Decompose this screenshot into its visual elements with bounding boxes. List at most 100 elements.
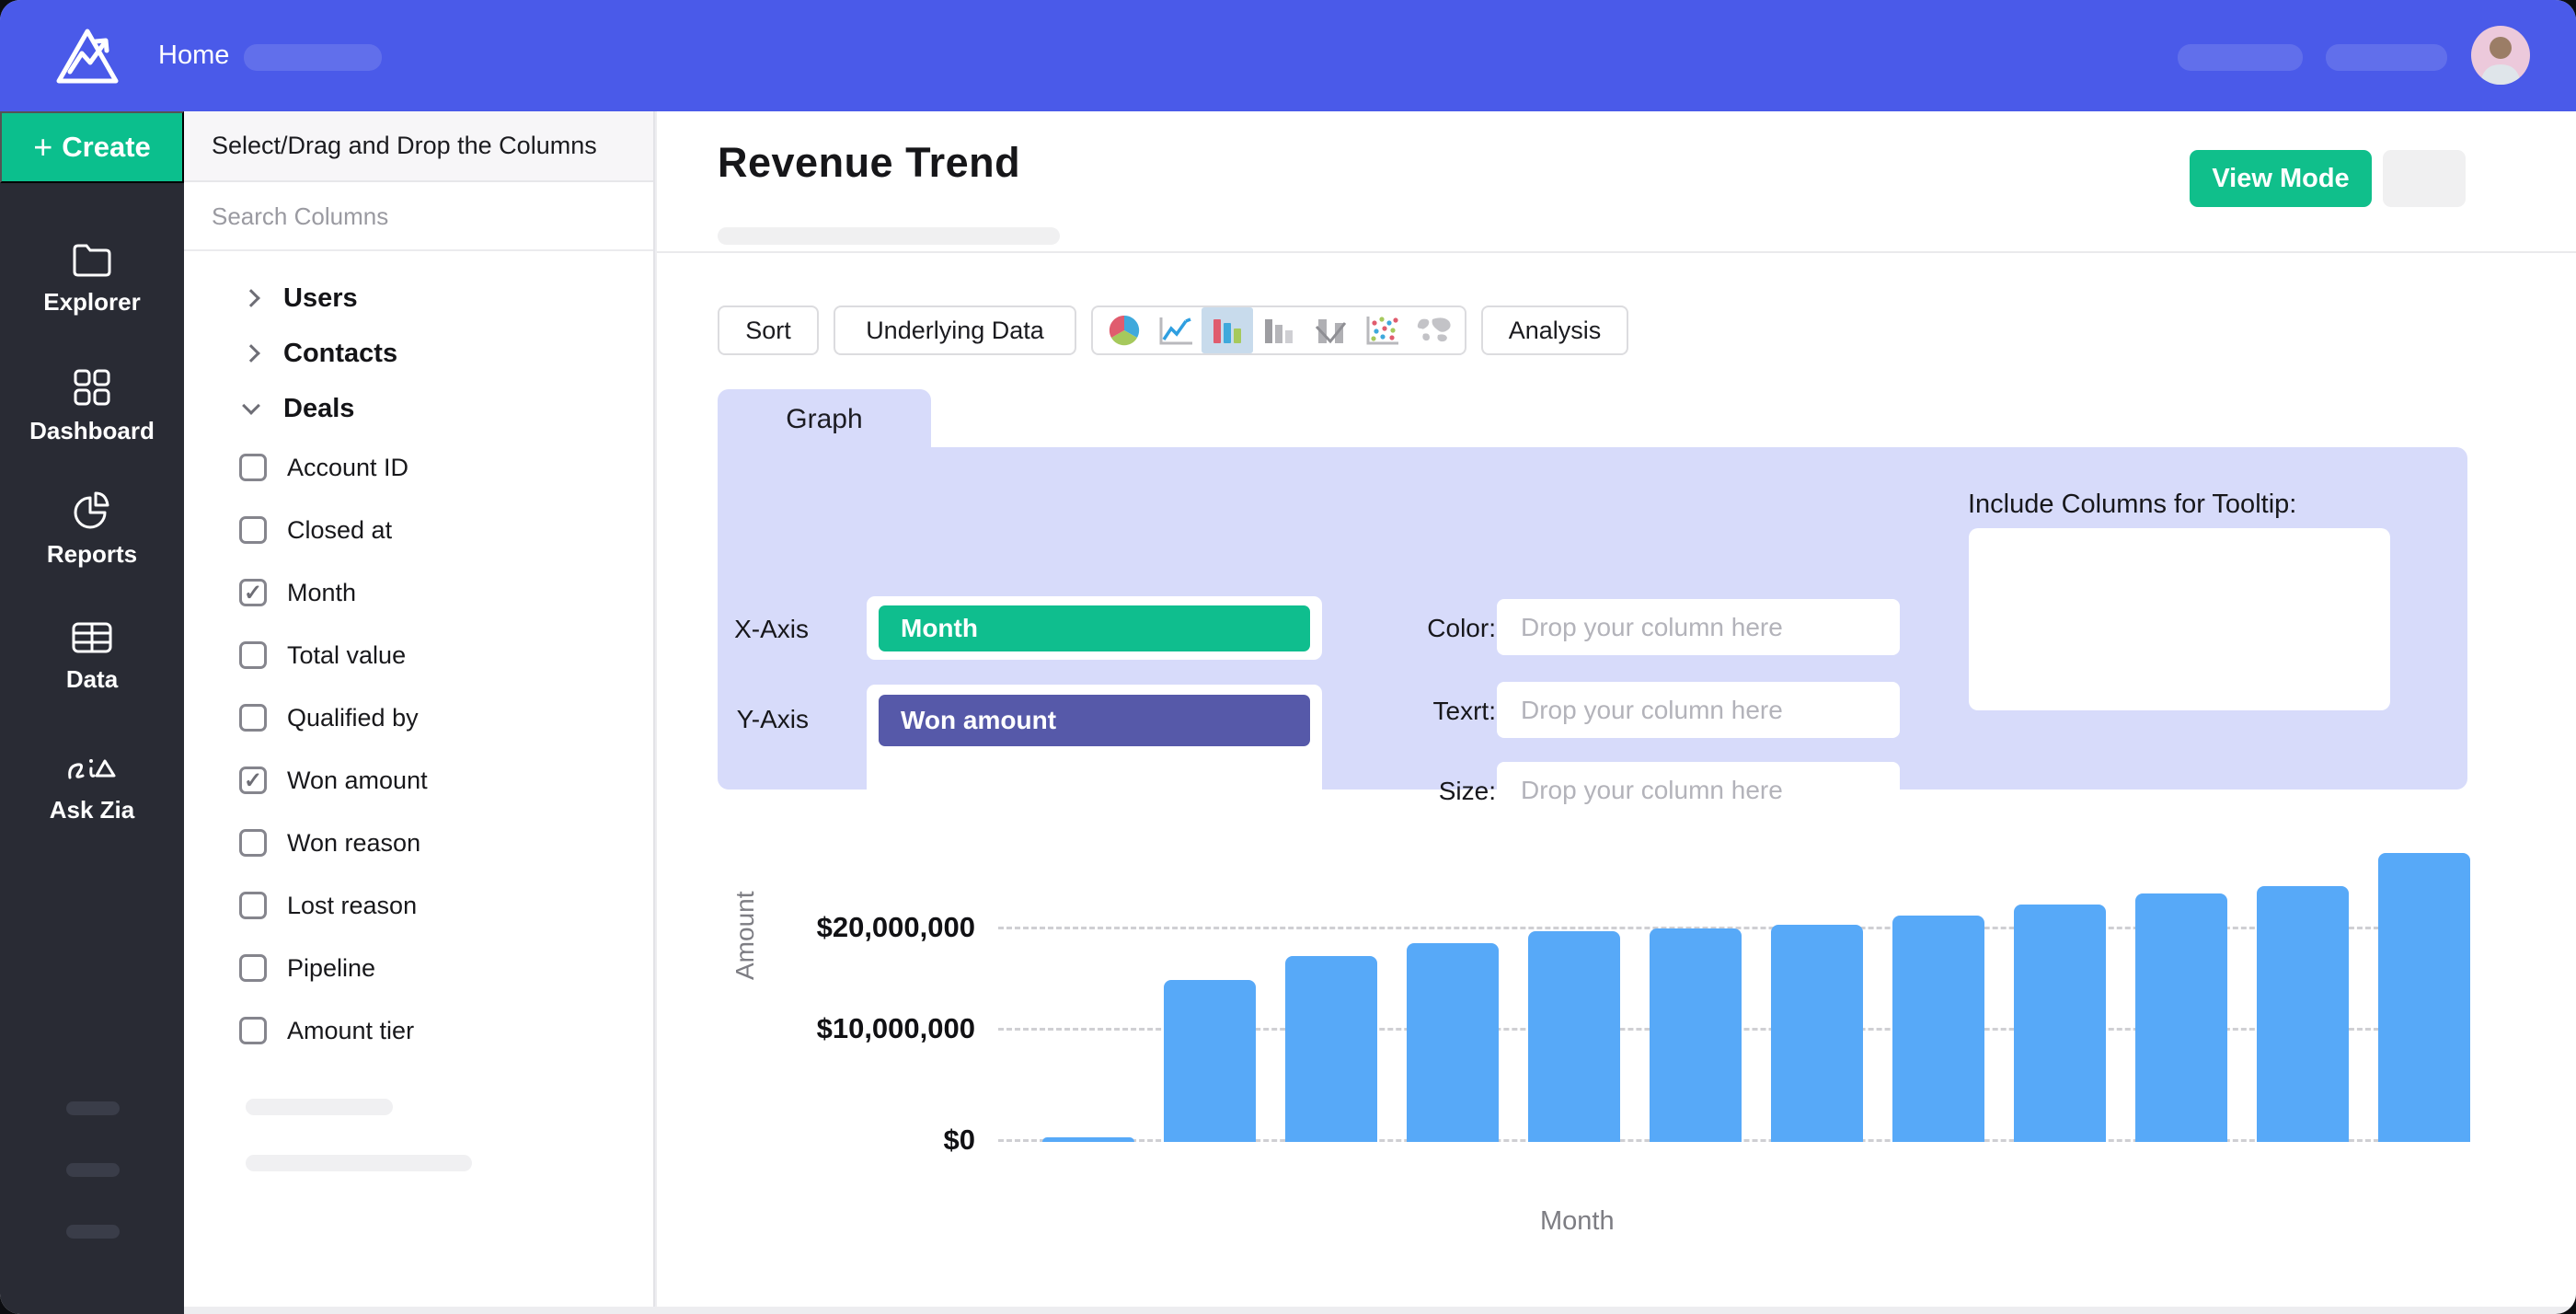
bar-month-4[interactable]	[1407, 943, 1499, 1142]
tree-item-month[interactable]: ✓ Month	[184, 571, 653, 614]
bar-month-8[interactable]	[1892, 916, 1984, 1142]
line-chart-icon[interactable]	[1150, 307, 1202, 353]
tree-item-label: Pipeline	[287, 954, 375, 983]
color-dropzone[interactable]: Drop your column here	[1497, 599, 1900, 655]
columns-panel-title: Select/Drag and Drop the Columns	[184, 111, 653, 182]
tree-item-lost-reason[interactable]: Lost reason	[184, 884, 653, 927]
columns-skeleton	[246, 1099, 393, 1115]
tree-parent-label: Deals	[283, 394, 354, 424]
bar-chart-plot	[998, 828, 2470, 1142]
search-columns-input[interactable]	[212, 202, 598, 231]
color-dropzone-placeholder: Drop your column here	[1521, 613, 1783, 642]
tree-item-label: Total value	[287, 641, 406, 670]
y-tick-label: $10,000,000	[736, 1012, 975, 1045]
bar-month-12[interactable]	[2378, 853, 2470, 1142]
tree-item-won-amount[interactable]: ✓Won amount	[184, 759, 653, 801]
y-axis-dropzone[interactable]: Won amount	[867, 685, 1322, 841]
x-axis-chip-month[interactable]: Month	[879, 605, 1310, 651]
chart-x-axis-title: Month	[1540, 1206, 1615, 1237]
sidebar-item-dashboard[interactable]: Dashboard	[0, 367, 184, 445]
analysis-button[interactable]: Analysis	[1481, 305, 1628, 355]
checkbox-icon[interactable]	[239, 954, 267, 982]
checkbox-icon[interactable]	[239, 641, 267, 669]
sort-button[interactable]: Sort	[718, 305, 819, 355]
tooltip-columns-dropzone[interactable]	[1969, 528, 2390, 710]
sidebar-item-reports[interactable]: Reports	[0, 490, 184, 569]
tree-item-won-reason[interactable]: Won reason	[184, 822, 653, 864]
title-skeleton	[718, 227, 1060, 245]
text-dropzone-placeholder: Drop your column here	[1521, 696, 1783, 725]
bar-month-7[interactable]	[1771, 925, 1863, 1142]
checkbox-checked-icon[interactable]: ✓	[239, 579, 267, 606]
size-dropzone[interactable]: Drop your column here	[1497, 762, 1900, 818]
pie-icon	[71, 490, 113, 531]
tree-item-label: Account ID	[287, 454, 408, 482]
tree-item-amount-tier[interactable]: Amount tier	[184, 1009, 653, 1052]
size-dropzone-label: Size:	[1376, 777, 1496, 806]
combo-chart-icon[interactable]	[1305, 307, 1356, 353]
checkbox-icon[interactable]	[239, 454, 267, 481]
text-dropzone-label: Texrt:	[1376, 697, 1496, 726]
left-sidebar: + Create Explorer Dashboard Reports	[0, 111, 184, 1314]
pie-chart-icon[interactable]	[1098, 307, 1150, 353]
underlying-data-button[interactable]: Underlying Data	[834, 305, 1076, 355]
y-axis-chip-won-amount[interactable]: Won amount	[879, 695, 1310, 746]
scatter-chart-icon[interactable]	[1356, 307, 1408, 353]
columns-search-row	[184, 184, 653, 251]
sidebar-skeleton	[66, 1101, 120, 1115]
view-mode-button[interactable]: View Mode	[2190, 150, 2372, 207]
text-dropzone[interactable]: Drop your column here	[1497, 682, 1900, 738]
tree-parent-contacts[interactable]: Contacts	[184, 332, 653, 375]
tree-parent-users[interactable]: Users	[184, 277, 653, 319]
tab-graph[interactable]: Graph	[718, 389, 931, 450]
bar-month-3[interactable]	[1285, 956, 1377, 1142]
checkbox-icon[interactable]	[239, 1017, 267, 1044]
x-axis-label: X-Axis	[731, 615, 809, 644]
checkbox-icon[interactable]	[239, 892, 267, 919]
user-avatar[interactable]	[2471, 26, 2530, 85]
tree-item-account-id[interactable]: Account ID	[184, 446, 653, 489]
chevron-right-icon[interactable]	[242, 344, 260, 363]
tooltip-columns-title: Include Columns for Tooltip:	[1968, 490, 2296, 520]
bar-month-11[interactable]	[2257, 886, 2349, 1142]
bar-month-2[interactable]	[1164, 980, 1256, 1142]
bar-month-9[interactable]	[2014, 905, 2106, 1142]
sidebar-skeleton	[66, 1163, 120, 1177]
main-content: Revenue Trend View Mode Sort Underlying …	[657, 111, 2576, 1307]
sidebar-item-data[interactable]: Data	[0, 619, 184, 694]
tree-item-qualified-by[interactable]: Qualified by	[184, 697, 653, 739]
placeholder-button[interactable]	[2383, 150, 2466, 207]
column-chart-icon[interactable]	[1253, 307, 1305, 353]
tree-parent-label: Contacts	[283, 339, 397, 369]
tree-item-label: Closed at	[287, 516, 392, 545]
tree-item-closed-at[interactable]: Closed at	[184, 509, 653, 551]
tree-item-total-value[interactable]: Total value	[184, 634, 653, 676]
tree-parent-deals[interactable]: Deals	[184, 387, 653, 430]
plus-icon: +	[33, 128, 52, 167]
sidebar-item-ask-zia[interactable]: Ask Zia	[0, 750, 184, 824]
chevron-right-icon[interactable]	[242, 289, 260, 307]
y-tick-label: $0	[736, 1124, 975, 1157]
bar-month-10[interactable]	[2135, 893, 2227, 1142]
tree-item-label: Month	[287, 579, 356, 607]
bar-month-1[interactable]	[1042, 1137, 1134, 1142]
grid-icon	[71, 367, 113, 408]
checkbox-icon[interactable]	[239, 516, 267, 544]
x-axis-dropzone[interactable]: Month	[867, 596, 1322, 660]
chevron-down-icon[interactable]	[242, 397, 260, 415]
sidebar-item-explorer[interactable]: Explorer	[0, 242, 184, 317]
create-button[interactable]: + Create	[0, 111, 184, 183]
analytics-logo-icon[interactable]	[52, 20, 123, 92]
tree-parent-label: Users	[283, 283, 358, 314]
bar-month-5[interactable]	[1528, 931, 1620, 1142]
checkbox-icon[interactable]	[239, 829, 267, 857]
map-chart-icon[interactable]	[1408, 307, 1459, 353]
nav-home-link[interactable]: Home	[158, 40, 229, 71]
bar-month-6[interactable]	[1650, 928, 1742, 1142]
tree-item-pipeline[interactable]: Pipeline	[184, 947, 653, 989]
checkbox-checked-icon[interactable]: ✓	[239, 766, 267, 794]
bar-chart-icon[interactable]	[1202, 307, 1253, 353]
chart-type-switcher	[1091, 305, 1466, 355]
graph-config-panel: X-Axis Month Y-Axis Won amount Color: Dr…	[718, 447, 2467, 790]
checkbox-icon[interactable]	[239, 704, 267, 732]
